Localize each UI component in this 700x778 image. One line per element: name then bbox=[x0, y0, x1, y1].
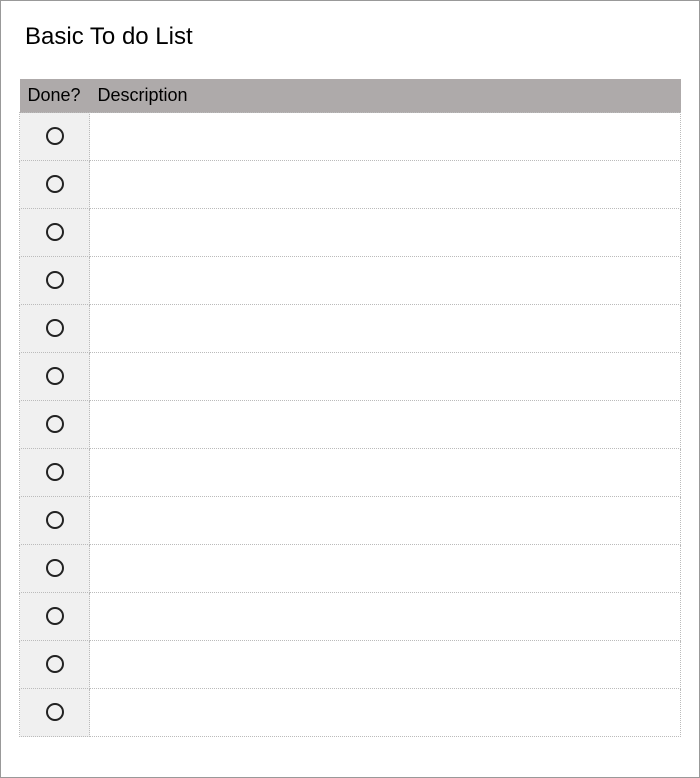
description-cell[interactable] bbox=[90, 689, 681, 737]
table-row bbox=[20, 689, 681, 737]
circle-icon bbox=[46, 367, 64, 385]
done-cell[interactable] bbox=[20, 497, 90, 545]
done-cell[interactable] bbox=[20, 257, 90, 305]
table-row bbox=[20, 545, 681, 593]
todo-table: Done? Description bbox=[19, 79, 681, 737]
circle-icon bbox=[46, 655, 64, 673]
circle-icon bbox=[46, 703, 64, 721]
table-row bbox=[20, 593, 681, 641]
description-cell[interactable] bbox=[90, 401, 681, 449]
table-row bbox=[20, 209, 681, 257]
page-title: Basic To do List bbox=[25, 23, 681, 51]
circle-icon bbox=[46, 127, 64, 145]
description-cell[interactable] bbox=[90, 545, 681, 593]
table-row bbox=[20, 641, 681, 689]
table-row bbox=[20, 113, 681, 161]
done-cell[interactable] bbox=[20, 113, 90, 161]
done-cell[interactable] bbox=[20, 689, 90, 737]
done-cell[interactable] bbox=[20, 641, 90, 689]
column-header-done: Done? bbox=[20, 79, 90, 113]
table-row bbox=[20, 449, 681, 497]
circle-icon bbox=[46, 175, 64, 193]
table-row bbox=[20, 401, 681, 449]
circle-icon bbox=[46, 607, 64, 625]
description-cell[interactable] bbox=[90, 353, 681, 401]
done-cell[interactable] bbox=[20, 209, 90, 257]
done-cell[interactable] bbox=[20, 305, 90, 353]
column-header-description: Description bbox=[90, 79, 681, 113]
circle-icon bbox=[46, 559, 64, 577]
done-cell[interactable] bbox=[20, 545, 90, 593]
description-cell[interactable] bbox=[90, 641, 681, 689]
done-cell[interactable] bbox=[20, 353, 90, 401]
table-row bbox=[20, 257, 681, 305]
done-cell[interactable] bbox=[20, 401, 90, 449]
table-row bbox=[20, 161, 681, 209]
circle-icon bbox=[46, 463, 64, 481]
table-row bbox=[20, 305, 681, 353]
circle-icon bbox=[46, 223, 64, 241]
done-cell[interactable] bbox=[20, 449, 90, 497]
circle-icon bbox=[46, 511, 64, 529]
done-cell[interactable] bbox=[20, 161, 90, 209]
description-cell[interactable] bbox=[90, 209, 681, 257]
description-cell[interactable] bbox=[90, 113, 681, 161]
done-cell[interactable] bbox=[20, 593, 90, 641]
description-cell[interactable] bbox=[90, 593, 681, 641]
page-container: Basic To do List Done? Description bbox=[0, 0, 700, 778]
description-cell[interactable] bbox=[90, 257, 681, 305]
description-cell[interactable] bbox=[90, 449, 681, 497]
table-row bbox=[20, 497, 681, 545]
circle-icon bbox=[46, 415, 64, 433]
circle-icon bbox=[46, 271, 64, 289]
description-cell[interactable] bbox=[90, 305, 681, 353]
description-cell[interactable] bbox=[90, 161, 681, 209]
circle-icon bbox=[46, 319, 64, 337]
table-row bbox=[20, 353, 681, 401]
table-body bbox=[20, 113, 681, 737]
description-cell[interactable] bbox=[90, 497, 681, 545]
table-header-row: Done? Description bbox=[20, 79, 681, 113]
